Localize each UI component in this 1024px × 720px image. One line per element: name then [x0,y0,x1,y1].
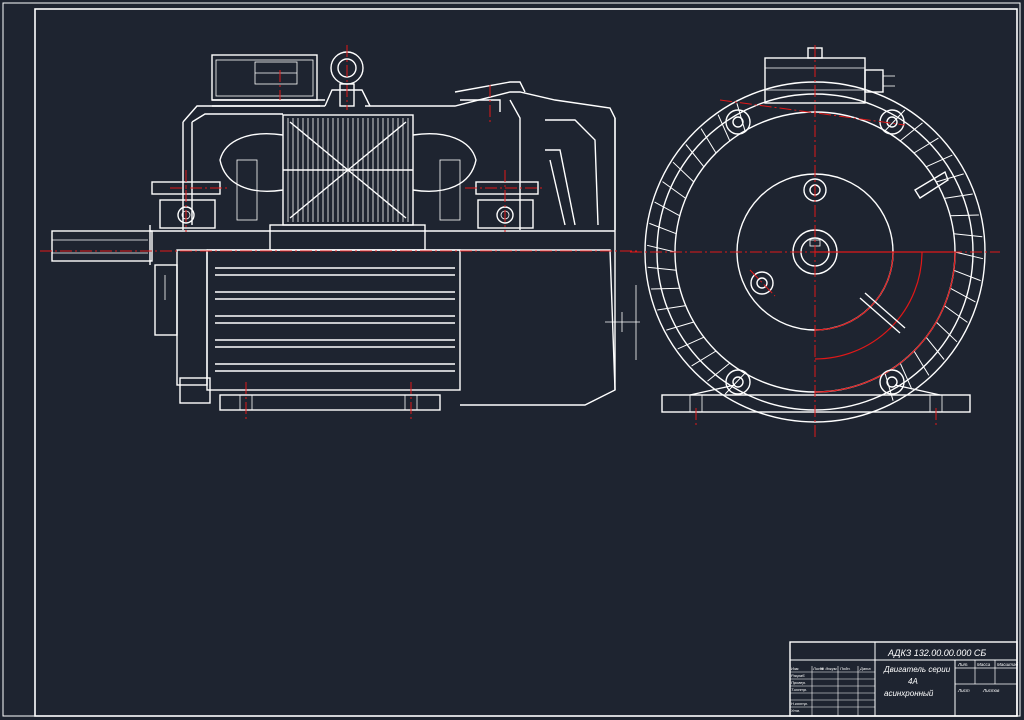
sheets-label: Листов [982,688,1000,693]
cooling-rib [666,321,694,331]
hdr-doc: № докум. [820,666,838,671]
cooling-rib [685,144,705,168]
cooling-rib [649,222,677,235]
cooling-rib [950,214,979,217]
cooling-rib [944,193,973,199]
sheet-label: Лист [957,688,970,693]
cooling-rib [944,305,968,323]
col-lit: Лит. [957,662,969,667]
drawing-designation: АДКЗ 132.00.00.000 СБ [887,648,986,658]
cooling-rib [954,251,984,260]
outer-frame [2,2,1021,717]
drawing-name-line2: 4А [908,677,918,686]
role-dev: Разраб. [791,673,805,678]
cooling-rib [646,244,676,253]
role-ncontrol: Н.контр. [791,701,808,706]
cooling-rib [651,287,680,290]
col-scale: Масштаб [997,662,1018,667]
hdr-sign: Подп. [840,666,851,671]
cooling-rib [953,269,981,282]
drawing-name-line1: Двигатель серии [883,665,951,674]
cooling-rib [925,154,953,168]
cooling-rib [953,233,983,238]
cooling-rib [677,336,705,350]
drawing-name-line3: асинхронный [884,689,934,698]
title-block: АДКЗ 132.00.00.000 СБ Двигатель серии 4А… [789,641,1018,717]
hdr-date: Дата [859,666,871,671]
inner-frame [34,8,1018,717]
cooling-rib [647,266,677,271]
role-approve: Утв. [791,708,800,713]
drawing-sheet: АДКЗ 132.00.00.000 СБ Двигатель серии 4А… [2,2,1021,717]
cooling-rib [949,287,976,303]
cooling-rib [662,181,686,199]
col-mass: Масса [977,662,991,667]
cooling-rib [657,305,686,311]
cooling-rib [654,201,681,217]
side-view [40,45,640,420]
role-check: Провер. [791,680,806,685]
role-tcontrol: Т.контр. [791,687,807,692]
end-view [630,45,1000,440]
hdr-change: Изм. [791,666,800,671]
cooling-rib [925,336,945,360]
